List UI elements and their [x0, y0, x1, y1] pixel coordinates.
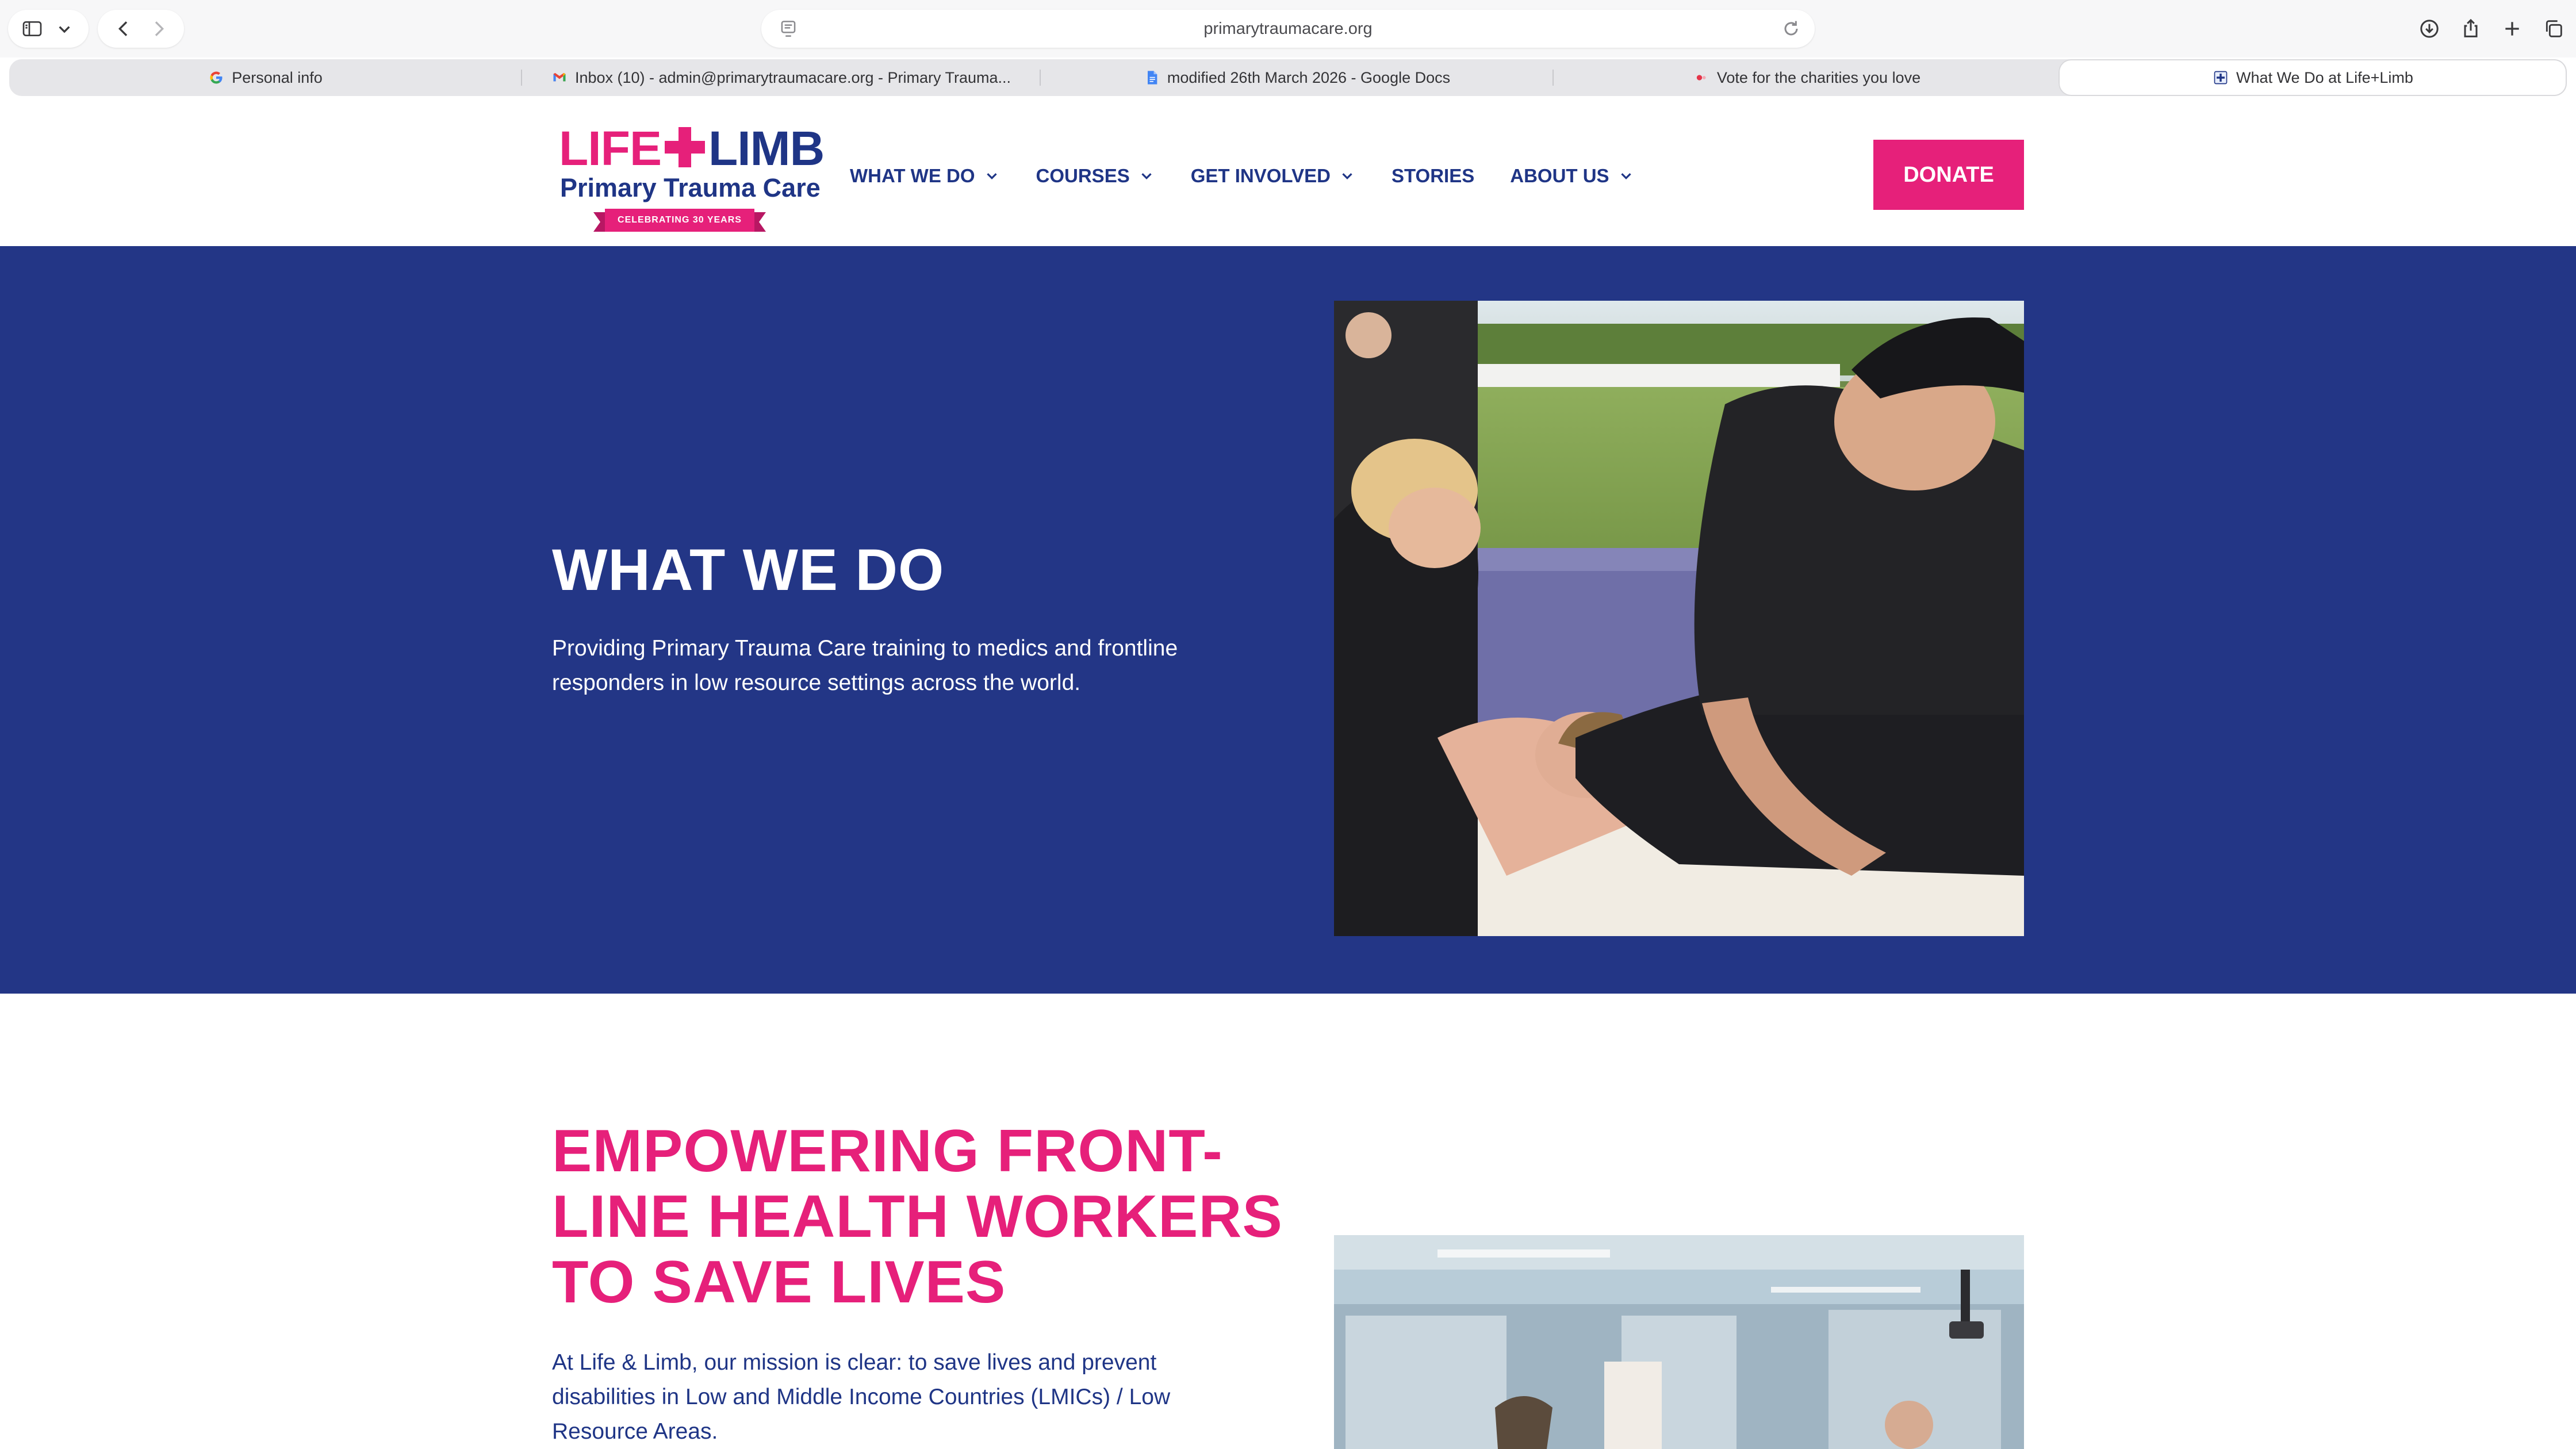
hero-section: WHAT WE DO Providing Primary Trauma Care… [0, 246, 2576, 994]
nav-item-label: ABOUT US [1510, 165, 1609, 186]
forward-arrow-icon[interactable] [145, 16, 172, 42]
logo-subtitle: Primary Trauma Care [560, 173, 821, 202]
sidebar-icon[interactable] [19, 16, 45, 42]
url-text: primarytraumacare.org [1203, 20, 1373, 38]
mission-title: EMPOWERING FRONT-LINE HEALTH WORKERS TO … [552, 1118, 1283, 1316]
logo-life-text: LIFE [559, 121, 662, 175]
logo-limb-text: LIMB [708, 121, 825, 175]
logo-wordmark: LIFE LIMB [559, 121, 825, 175]
toolbar-actions [2416, 10, 2567, 48]
nav-item-label: GET INVOLVED [1190, 165, 1331, 186]
charity-icon [1693, 69, 1710, 86]
nav-item-about-us[interactable]: ABOUT US [1510, 165, 1634, 187]
google-icon [208, 69, 225, 86]
reload-icon[interactable] [1778, 16, 1804, 42]
hero-photo-training [1334, 301, 2024, 936]
tab-title: Inbox (10) - admin@primarytraumacare.org… [574, 68, 1011, 86]
tab-personal-info[interactable]: Personal info [9, 59, 521, 96]
new-tab-icon[interactable] [2499, 16, 2525, 42]
logo-ribbon: CELEBRATING 30 YEARS [593, 209, 766, 232]
chevron-down-icon [986, 173, 997, 180]
tab-what-we-do[interactable]: What We Do at Life+Limb [2058, 59, 2567, 96]
nav-item-stories[interactable]: STORIES [1392, 165, 1474, 187]
hero-title: WHAT WE DO [552, 537, 945, 603]
hero-photo-illustration [1334, 301, 2024, 936]
google-docs-icon [1143, 69, 1160, 86]
site-header: LIFE LIMB Primary Trauma Care CELEBRATING… [0, 102, 2576, 246]
tab-bar: Personal info Inbox (10) - admin@primary… [9, 59, 2567, 96]
tab-gmail-inbox[interactable]: Inbox (10) - admin@primarytraumacare.org… [522, 59, 1040, 96]
tab-charity-vote[interactable]: Vote for the charities you love [1554, 59, 2060, 96]
nav-item-label: STORIES [1391, 165, 1475, 186]
main-navigation: WHAT WE DO COURSES GET INVOLVED STORIES … [850, 159, 1670, 193]
nav-item-label: COURSES [1036, 165, 1130, 186]
tab-title: Vote for the charities you love [1716, 68, 1921, 86]
share-icon[interactable] [2458, 16, 2484, 42]
site-logo[interactable]: LIFE LIMB Primary Trauma Care CELEBRATING… [558, 122, 825, 232]
tab-title: Personal info [232, 68, 323, 86]
donate-button[interactable]: DONATE [1873, 140, 2024, 210]
chevron-down-icon [1620, 173, 1631, 180]
tab-overview-icon[interactable] [2540, 16, 2567, 42]
nav-item-get-involved[interactable]: GET INVOLVED [1191, 165, 1356, 187]
browser-toolbar: primarytraumacare.org [0, 0, 2576, 57]
nav-item-courses[interactable]: COURSES [1036, 165, 1155, 187]
chevron-down-icon [1342, 173, 1352, 180]
logo-cross-icon [665, 127, 705, 167]
address-bar[interactable]: primarytraumacare.org [761, 10, 1815, 48]
chevron-down-icon[interactable] [51, 16, 78, 42]
tab-google-docs[interactable]: modified 26th March 2026 - Google Docs [1041, 59, 1552, 96]
downloads-icon[interactable] [2416, 16, 2443, 42]
tab-title: What We Do at Life+Limb [2236, 68, 2413, 86]
history-nav-group [98, 10, 184, 48]
mission-photo-classroom [1334, 1235, 2024, 1449]
mission-description: At Life & Limb, our mission is clear: to… [552, 1350, 1171, 1444]
hero-description: Providing Primary Trauma Care training t… [552, 636, 1178, 695]
mission-photo-illustration [1334, 1235, 2024, 1449]
logo-ribbon-text: CELEBRATING 30 YEARS [605, 209, 754, 232]
nav-item-label: WHAT WE DO [850, 165, 975, 186]
chevron-down-icon [1141, 173, 1152, 180]
nav-item-what-we-do[interactable]: WHAT WE DO [850, 165, 1000, 187]
gmail-icon [551, 69, 568, 86]
life-limb-icon [2212, 69, 2229, 86]
sidebar-toggle-group [8, 10, 89, 48]
back-arrow-icon[interactable] [110, 16, 137, 42]
tab-title: modified 26th March 2026 - Google Docs [1167, 68, 1451, 86]
